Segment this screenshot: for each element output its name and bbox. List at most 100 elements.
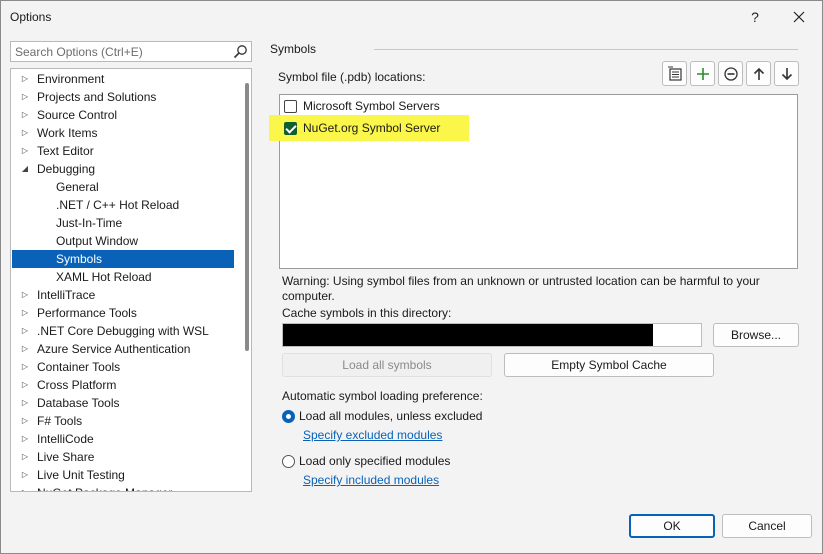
expand-arrow-icon[interactable]: ▷ (20, 376, 30, 394)
title-bar: Options ? (1, 1, 822, 33)
tree-item-label: Work Items (37, 126, 98, 140)
radio-load-specified[interactable]: Load only specified modules (282, 453, 450, 469)
load-all-symbols-button[interactable]: Load all symbols (282, 353, 492, 377)
window-title: Options (10, 10, 52, 24)
tree-item[interactable]: Just-In-Time (12, 214, 234, 232)
radio-label: Load only specified modules (299, 454, 451, 468)
tree-item-label: Environment (37, 72, 105, 86)
collapse-arrow-icon[interactable]: ◢ (20, 160, 30, 178)
browse-button[interactable]: Browse... (713, 323, 799, 347)
tree-item-label: Text Editor (37, 144, 94, 158)
tree-item-label: General (56, 180, 99, 194)
radio-label: Load all modules, unless excluded (299, 409, 483, 423)
tree-item[interactable]: ▷ Performance Tools (12, 304, 234, 322)
tree-item[interactable]: ▷ Projects and Solutions (12, 88, 234, 106)
symbol-locations-list[interactable]: Microsoft Symbol Servers NuGet.org Symbo… (269, 94, 798, 269)
tree-scrollbar[interactable] (245, 83, 249, 351)
tree-item-label: F# Tools (37, 414, 83, 428)
radio-button-selected[interactable] (282, 409, 295, 423)
expand-arrow-icon[interactable]: ▷ (20, 394, 30, 412)
tree-item[interactable]: ▷ Work Items (12, 124, 234, 142)
expand-arrow-icon[interactable]: ▷ (20, 142, 30, 160)
search-input[interactable] (15, 44, 225, 59)
add-icon (696, 67, 709, 80)
tree-item[interactable]: ▷ Cross Platform (12, 376, 234, 394)
location-checkbox[interactable] (284, 99, 297, 113)
expand-arrow-icon[interactable]: ▷ (20, 340, 30, 358)
location-item-nuget[interactable]: NuGet.org Symbol Server (269, 115, 469, 141)
section-title: Symbols (270, 42, 317, 56)
move-down-button[interactable] (774, 61, 799, 86)
expand-arrow-icon[interactable]: ▷ (20, 124, 30, 142)
tree-item[interactable]: ▷ Azure Service Authentication (12, 340, 234, 358)
warning-text: Warning: Using symbol files from an unkn… (282, 274, 760, 303)
tree-item[interactable]: XAML Hot Reload (12, 268, 234, 286)
tree-item-label: Just-In-Time (56, 216, 123, 230)
cache-directory-field[interactable] (282, 323, 702, 347)
options-tree[interactable]: ▷ Environment ▷ Projects and Solutions ▷ Sour… (10, 68, 252, 492)
expand-arrow-icon[interactable]: ▷ (20, 88, 30, 106)
expand-arrow-icon[interactable]: ▷ (20, 484, 30, 491)
tree-item[interactable]: ▷ Live Share (12, 448, 234, 466)
move-down-icon (781, 67, 792, 80)
radio-button[interactable] (282, 454, 295, 468)
tree-item[interactable]: .NET / C++ Hot Reload (12, 196, 234, 214)
remove-icon (723, 66, 738, 81)
tree-item[interactable]: ▷ F# Tools (12, 412, 234, 430)
cancel-button[interactable]: Cancel (722, 514, 812, 538)
empty-symbol-cache-button[interactable]: Empty Symbol Cache (504, 353, 714, 377)
tree-item-label: Live Unit Testing (37, 468, 125, 482)
expand-arrow-icon[interactable]: ▷ (20, 286, 30, 304)
ok-button[interactable]: OK (629, 514, 715, 538)
add-location-button[interactable] (690, 61, 715, 86)
expand-arrow-icon[interactable]: ▷ (20, 304, 30, 322)
expand-arrow-icon[interactable]: ▷ (20, 322, 30, 340)
expand-arrow-icon[interactable]: ▷ (20, 70, 30, 88)
tree-item[interactable]: ▷ IntelliTrace (12, 286, 234, 304)
search-icon[interactable] (233, 44, 248, 59)
specify-included-link[interactable]: Specify included modules (303, 473, 439, 487)
location-checkbox[interactable] (284, 121, 297, 135)
close-button[interactable] (779, 1, 819, 33)
location-label: NuGet.org Symbol Server (303, 121, 441, 135)
specify-excluded-link[interactable]: Specify excluded modules (303, 428, 442, 442)
tree-item-label: NuGet Package Manager (37, 484, 172, 491)
tree-item-label: .NET / C++ Hot Reload (56, 198, 180, 212)
expand-arrow-icon[interactable]: ▷ (20, 466, 30, 484)
expand-arrow-icon[interactable]: ▷ (20, 430, 30, 448)
tree-item[interactable]: ▷ Text Editor (12, 142, 234, 160)
tree-item-label: Database Tools (37, 396, 120, 410)
auto-loading-label: Automatic symbol loading preference: (282, 389, 483, 403)
close-icon (793, 11, 805, 23)
load-symbols-icon (667, 65, 682, 81)
help-button[interactable]: ? (735, 1, 775, 33)
tree-item[interactable]: Output Window (12, 232, 234, 250)
search-box[interactable] (10, 41, 252, 62)
tree-item[interactable]: General (12, 178, 234, 196)
tree-item[interactable]: ▷ Environment (12, 70, 234, 88)
expand-arrow-icon[interactable]: ▷ (20, 358, 30, 376)
expand-arrow-icon[interactable]: ▷ (20, 448, 30, 466)
tree-item[interactable]: ▷ Live Unit Testing (12, 466, 234, 484)
remove-location-button[interactable] (718, 61, 743, 86)
tree-item[interactable]: ◢ Debugging (12, 160, 234, 178)
tree-item[interactable]: ▷ NuGet Package Manager (12, 484, 234, 491)
move-up-button[interactable] (746, 61, 771, 86)
expand-arrow-icon[interactable]: ▷ (20, 106, 30, 124)
tree-item-label: Container Tools (37, 360, 121, 374)
tree-item-label: IntelliCode (37, 432, 94, 446)
load-symbols-button[interactable] (662, 61, 687, 86)
tree-item[interactable]: ▷ Source Control (12, 106, 234, 124)
radio-load-all[interactable]: Load all modules, unless excluded (282, 408, 482, 424)
tree-item[interactable]: ▷ IntelliCode (12, 430, 234, 448)
tree-item[interactable]: ▷ .NET Core Debugging with WSL (12, 322, 234, 340)
tree-item[interactable]: ▷ Container Tools (12, 358, 234, 376)
tree-item-label: XAML Hot Reload (56, 270, 152, 284)
location-label: Microsoft Symbol Servers (303, 99, 440, 113)
tree-item-label: Azure Service Authentication (37, 342, 191, 356)
tree-item[interactable]: Symbols (12, 250, 234, 268)
tree-item-label: IntelliTrace (37, 288, 96, 302)
location-item-microsoft[interactable]: Microsoft Symbol Servers (284, 97, 472, 115)
tree-item[interactable]: ▷ Database Tools (12, 394, 234, 412)
expand-arrow-icon[interactable]: ▷ (20, 412, 30, 430)
